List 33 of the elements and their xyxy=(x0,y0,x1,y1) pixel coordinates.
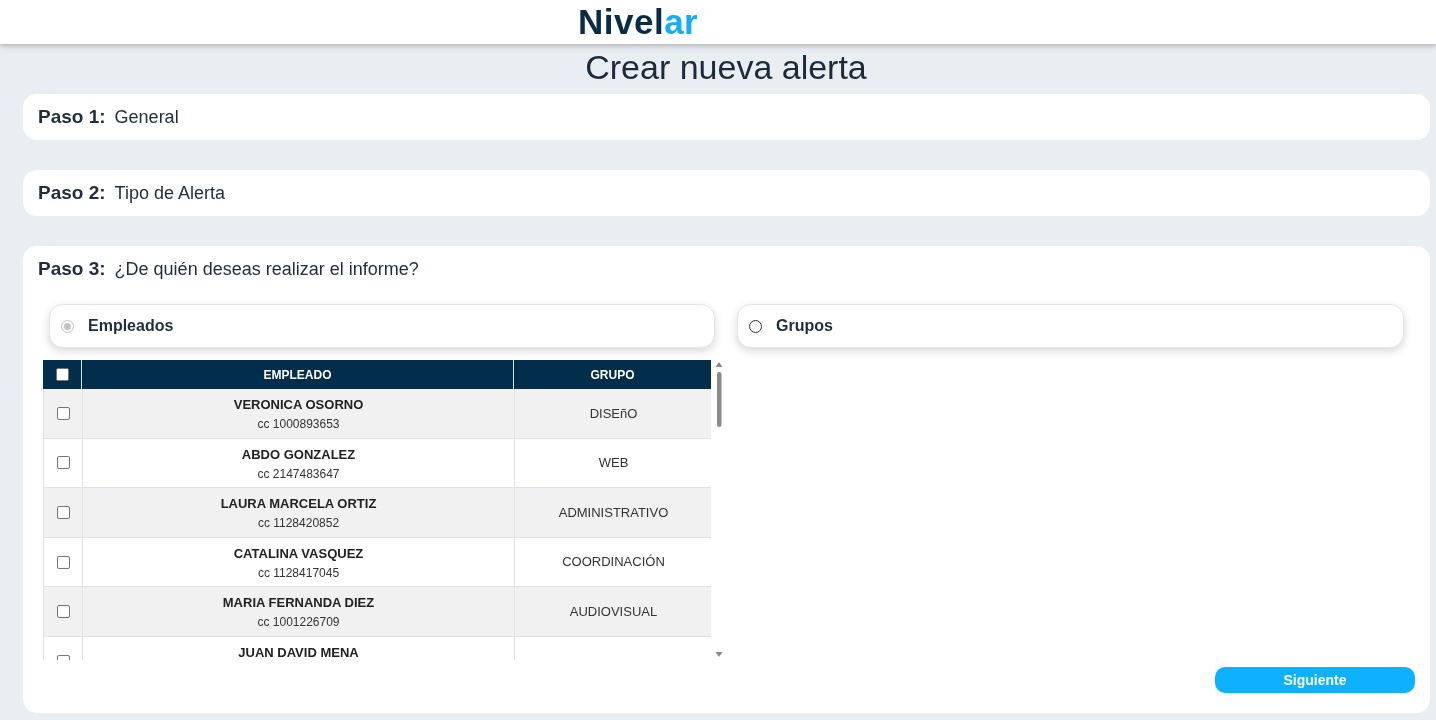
employee-group: COORDINACIÓN xyxy=(562,552,665,572)
radio-option-card[interactable]: Grupos xyxy=(737,304,1404,348)
employee-name: VERONICA OSORNO xyxy=(233,397,364,413)
column-header: GRUPO xyxy=(590,366,635,384)
step-header[interactable]: Paso 3: ¿De quién deseas realizar el informe? xyxy=(23,246,1430,292)
step-header[interactable]: Paso 1: General xyxy=(23,94,1430,140)
option-label: Empleados xyxy=(88,316,174,336)
employee-document: cc 1000893653 xyxy=(257,416,340,432)
employee-group: WEB xyxy=(598,453,629,473)
step-title: ¿De quién deseas realizar el informe? xyxy=(114,257,419,281)
employee-name: ABDO GONZALEZ xyxy=(241,446,356,463)
step-header[interactable]: Paso 2: Tipo de Alerta xyxy=(23,170,1430,216)
employee-document: cc 1128420852 xyxy=(257,515,340,532)
employee-group: ADMINISTRATIVO xyxy=(558,502,669,523)
step-label: Paso 3: xyxy=(38,256,106,281)
employee-document: cc 1001226709 xyxy=(257,614,340,631)
column-header: EMPLEADO xyxy=(263,366,332,384)
employee-document: cc 2147483647 xyxy=(257,465,340,482)
employee-group: AUDIOVISUAL xyxy=(569,601,658,622)
step-label: Paso 2: xyxy=(38,180,106,205)
step-label: Paso 1: xyxy=(38,104,106,129)
step-title: Tipo de Alerta xyxy=(114,181,225,205)
radio-button[interactable] xyxy=(749,319,762,333)
logo[interactable]: Nivelar xyxy=(578,3,699,41)
employee-document: cc 1128417045 xyxy=(257,564,340,581)
employee-name: LAURA MARCELA ORTIZ xyxy=(220,496,377,513)
employee-name: JUAN DAVID MENA xyxy=(238,644,359,660)
option-label: Grupos xyxy=(776,316,833,336)
page-title: Crear nueva alerta xyxy=(584,48,867,86)
employee-name: MARIA FERNANDA DIEZ xyxy=(222,595,375,612)
employee-name: CATALINA VASQUEZ xyxy=(233,545,364,562)
step-title: General xyxy=(114,105,179,129)
employee-group: DISEñO xyxy=(589,403,638,424)
